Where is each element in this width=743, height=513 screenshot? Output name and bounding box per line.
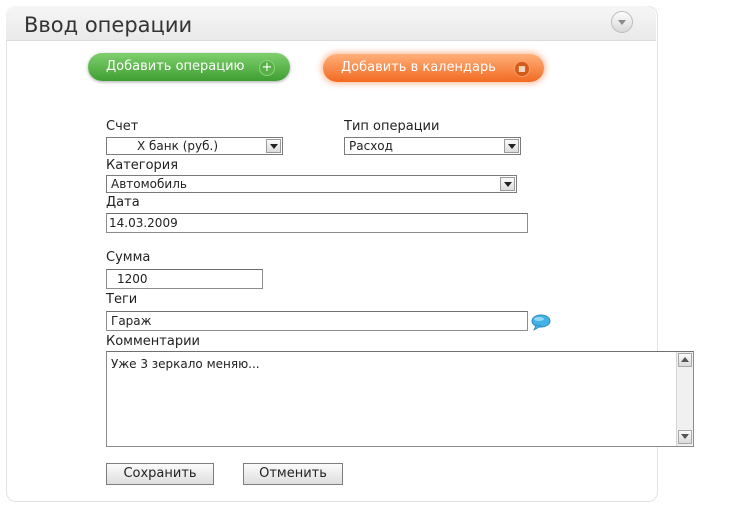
add-operation-button[interactable]: Добавить операцию + (88, 53, 290, 81)
comments-value: Уже 3 зеркало меняю... (111, 357, 260, 371)
cancel-button[interactable]: Отменить (243, 463, 343, 485)
comments-scrollbar[interactable] (676, 352, 693, 446)
chevron-down-icon (266, 139, 281, 153)
operation-type-value: Расход (349, 139, 393, 153)
comments-label: Комментарии (106, 334, 200, 349)
operation-type-label: Тип операции (344, 119, 440, 134)
tags-value: Гараж (111, 314, 152, 328)
comments-textarea[interactable]: Уже 3 зеркало меняю... (106, 351, 694, 447)
amount-label: Сумма (106, 250, 151, 265)
date-label: Дата (106, 195, 140, 210)
page-title: Ввод операции (24, 13, 193, 37)
amount-value: 1200 (117, 272, 148, 286)
category-label: Категория (106, 158, 179, 173)
scroll-down-button[interactable] (678, 430, 692, 444)
account-label: Счет (106, 119, 139, 134)
arrow-up-icon (681, 357, 689, 362)
chevron-down-icon (500, 177, 515, 191)
operation-type-select[interactable]: Расход (344, 137, 521, 155)
panel-header: Ввод операции (6, 6, 656, 41)
account-select[interactable]: X банк (руб.) (106, 137, 283, 155)
category-value: Автомобиль (111, 177, 187, 191)
plus-icon: + (259, 60, 275, 76)
chevron-down-icon (618, 20, 626, 25)
chevron-down-icon (504, 139, 519, 153)
arrow-down-icon (681, 434, 689, 439)
scroll-up-button[interactable] (678, 353, 692, 367)
calendar-icon: ▦ (514, 61, 530, 77)
date-field[interactable]: 14.03.2009 (106, 213, 528, 233)
collapse-button[interactable] (611, 11, 633, 33)
category-select[interactable]: Автомобиль (106, 175, 517, 193)
add-to-calendar-label: Добавить в календарь (341, 60, 496, 75)
amount-field[interactable]: 1200 (106, 269, 263, 289)
add-to-calendar-button[interactable]: Добавить в календарь ▦ (323, 54, 544, 82)
date-value: 14.03.2009 (109, 216, 178, 230)
account-value: X банк (руб.) (137, 139, 218, 153)
tags-field[interactable]: Гараж (106, 311, 528, 331)
speech-bubble-icon[interactable] (531, 313, 551, 331)
save-button[interactable]: Сохранить (106, 463, 214, 485)
tags-label: Теги (106, 292, 138, 307)
add-operation-label: Добавить операцию (106, 59, 245, 74)
